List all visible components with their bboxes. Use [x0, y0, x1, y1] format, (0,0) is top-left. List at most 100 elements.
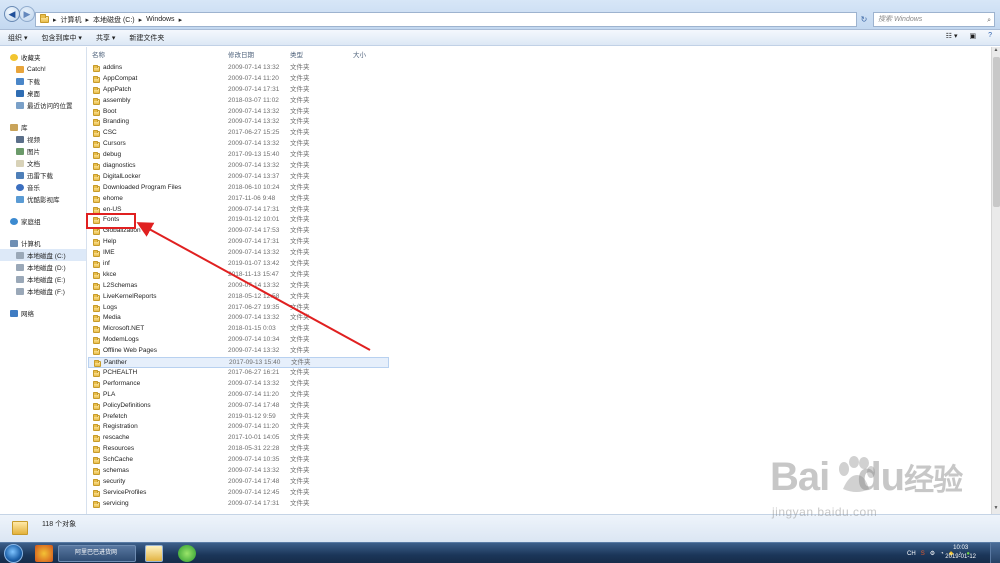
- file-name: Prefetch: [103, 412, 128, 420]
- file-row[interactable]: Microsoft.NET 2018-01-15 0:03 文件夹: [88, 324, 991, 335]
- file-row[interactable]: Boot 2009-07-14 13:32 文件夹: [88, 107, 991, 118]
- thunder-download-icon: [16, 171, 24, 179]
- clock[interactable]: 10:03 2019-01-12: [945, 544, 976, 562]
- show-desktop-button[interactable]: [990, 543, 1000, 563]
- column-header-name[interactable]: 名称: [92, 49, 105, 59]
- address-box[interactable]: ▸ 计算机 ▸ 本地磁盘 (C:) ▸ Windows ▸: [35, 12, 857, 27]
- taskbar-app-alibaba[interactable]: 阿里巴巴进货网: [58, 545, 136, 562]
- file-row[interactable]: kkce 2018-11-13 15:47 文件夹: [88, 270, 991, 281]
- nav-recent[interactable]: 最近访问的位置: [0, 99, 86, 111]
- crumb-computer[interactable]: 计算机: [61, 15, 82, 25]
- file-row[interactable]: Downloaded Program Files 2018-06-10 10:24…: [88, 183, 991, 194]
- include-in-library-button[interactable]: 包含到库中 ▾: [41, 33, 81, 43]
- file-row[interactable]: assembly 2018-03-07 11:02 文件夹: [88, 96, 991, 107]
- crumb-windows[interactable]: Windows: [146, 16, 174, 23]
- nav-youku[interactable]: 优酷影视库: [0, 193, 86, 205]
- file-row[interactable]: Globalization 2009-07-14 17:53 文件夹: [88, 226, 991, 237]
- scroll-thumb[interactable]: [993, 57, 1000, 207]
- nav-drive-e[interactable]: 本地磁盘 (E:): [0, 273, 86, 285]
- nav-drive-f[interactable]: 本地磁盘 (F:): [0, 285, 86, 297]
- share-button[interactable]: 共享 ▾: [96, 33, 115, 43]
- nav-thunder-downloads[interactable]: 迅雷下载: [0, 169, 86, 181]
- file-row[interactable]: IME 2009-07-14 13:32 文件夹: [88, 248, 991, 259]
- file-name: Branding: [103, 118, 130, 126]
- nav-music[interactable]: 音乐: [0, 181, 86, 193]
- preview-pane-icon[interactable]: ▣: [969, 32, 976, 40]
- settings-icon[interactable]: ⚙: [930, 550, 935, 557]
- folder-icon: [93, 119, 100, 127]
- file-row[interactable]: en-US 2009-07-14 17:31 文件夹: [88, 205, 991, 216]
- nav-network[interactable]: 网络: [0, 307, 86, 319]
- scroll-down-icon[interactable]: ▼: [992, 505, 1000, 514]
- file-row[interactable]: rescache 2017-10-01 14:05 文件夹: [88, 433, 991, 444]
- file-row[interactable]: Resources 2018-05-31 22:28 文件夹: [88, 444, 991, 455]
- file-row[interactable]: Panther 2017-09-13 15:40 文件夹: [88, 357, 389, 368]
- file-row[interactable]: Help 2009-07-14 17:31 文件夹: [88, 237, 991, 248]
- column-header-type[interactable]: 类型: [290, 49, 303, 59]
- file-row[interactable]: CSC 2017-06-27 15:25 文件夹: [88, 128, 991, 139]
- column-header-date[interactable]: 修改日期: [228, 49, 254, 59]
- organize-button[interactable]: 组织 ▾: [8, 33, 27, 43]
- file-row[interactable]: PolicyDefinitions 2009-07-14 17:48 文件夹: [88, 401, 991, 412]
- file-row[interactable]: debug 2017-09-13 15:40 文件夹: [88, 150, 991, 161]
- file-row[interactable]: diagnostics 2009-07-14 13:32 文件夹: [88, 161, 991, 172]
- nav-favorites[interactable]: 收藏夹: [0, 51, 86, 63]
- forward-arrow-icon[interactable]: ▶: [19, 6, 35, 22]
- help-icon[interactable]: ?: [988, 32, 992, 40]
- browser-360-icon[interactable]: [35, 545, 53, 562]
- file-row[interactable]: inf 2019-01-07 13:42 文件夹: [88, 259, 991, 270]
- file-row[interactable]: Registration 2009-07-14 11:20 文件夹: [88, 422, 991, 433]
- file-type: 文件夹: [290, 172, 310, 180]
- file-row[interactable]: ModemLogs 2009-07-14 10:34 文件夹: [88, 335, 991, 346]
- nav-videos[interactable]: 视频: [0, 133, 86, 145]
- ie-browser-icon[interactable]: [178, 545, 196, 562]
- file-row[interactable]: addins 2009-07-14 13:32 文件夹: [88, 63, 991, 74]
- file-name: PLA: [103, 390, 116, 398]
- file-row[interactable]: Media 2009-07-14 13:32 文件夹: [88, 313, 991, 324]
- file-row[interactable]: LiveKernelReports 2018-05-12 12:58 文件夹: [88, 292, 991, 303]
- nav-catch[interactable]: Catch!: [0, 63, 86, 75]
- file-row[interactable]: Offline Web Pages 2009-07-14 13:32 文件夹: [88, 346, 991, 357]
- file-row[interactable]: AppCompat 2009-07-14 11:20 文件夹: [88, 74, 991, 85]
- nav-drive-d[interactable]: 本地磁盘 (D:): [0, 261, 86, 273]
- search-input[interactable]: 搜索 Windows ⌕: [873, 12, 995, 27]
- nav-libraries[interactable]: 库: [0, 121, 86, 133]
- file-row[interactable]: Branding 2009-07-14 13:32 文件夹: [88, 117, 991, 128]
- nav-desktop[interactable]: 桌面: [0, 87, 86, 99]
- file-row[interactable]: Prefetch 2019-01-12 9:59 文件夹: [88, 412, 991, 423]
- file-row[interactable]: PCHEALTH 2017-06-27 16:21 文件夹: [88, 368, 991, 379]
- start-button[interactable]: [4, 544, 23, 563]
- file-type: 文件夹: [290, 85, 310, 93]
- file-row[interactable]: L2Schemas 2009-07-14 13:32 文件夹: [88, 281, 991, 292]
- file-name: servicing: [103, 499, 129, 507]
- file-type: 文件夹: [290, 292, 310, 300]
- nav-documents[interactable]: 文档: [0, 157, 86, 169]
- file-row[interactable]: Performance 2009-07-14 13:32 文件夹: [88, 379, 991, 390]
- back-arrow-icon[interactable]: ◀: [4, 6, 20, 22]
- file-row[interactable]: PLA 2009-07-14 11:20 文件夹: [88, 390, 991, 401]
- nav-computer[interactable]: 计算机: [0, 237, 86, 249]
- file-row[interactable]: AppPatch 2009-07-14 17:31 文件夹: [88, 85, 991, 96]
- file-row[interactable]: Logs 2017-06-27 19:35 文件夹: [88, 303, 991, 314]
- nav-downloads[interactable]: 下载: [0, 75, 86, 87]
- new-folder-button[interactable]: 新建文件夹: [129, 33, 164, 43]
- file-type: 文件夹: [290, 183, 310, 191]
- folder-icon: [93, 130, 100, 138]
- refresh-icon[interactable]: ↻: [859, 12, 869, 27]
- crumb-drive[interactable]: 本地磁盘 (C:): [93, 15, 135, 25]
- file-row[interactable]: Cursors 2009-07-14 13:32 文件夹: [88, 139, 991, 150]
- column-header-size[interactable]: 大小: [353, 49, 366, 59]
- file-row[interactable]: ehome 2017-11-06 9:48 文件夹: [88, 194, 991, 205]
- file-row[interactable]: Fonts 2019-01-12 10:01 文件夹: [88, 215, 991, 226]
- nav-pictures[interactable]: 图片: [0, 145, 86, 157]
- nav-homegroup[interactable]: 家庭组: [0, 215, 86, 227]
- view-options-icon[interactable]: ☷ ▾: [946, 32, 958, 40]
- wifi-icon[interactable]: ◔: [940, 551, 944, 557]
- vertical-scrollbar[interactable]: ▲ ▼: [991, 47, 1000, 514]
- explorer-taskbar-icon[interactable]: [145, 545, 163, 562]
- language-indicator[interactable]: CH: [907, 551, 916, 557]
- nav-drive-c[interactable]: 本地磁盘 (C:): [0, 249, 86, 261]
- sogou-icon[interactable]: S: [921, 551, 925, 557]
- scroll-up-icon[interactable]: ▲: [992, 47, 1000, 56]
- file-row[interactable]: DigitalLocker 2009-07-14 13:37 文件夹: [88, 172, 991, 183]
